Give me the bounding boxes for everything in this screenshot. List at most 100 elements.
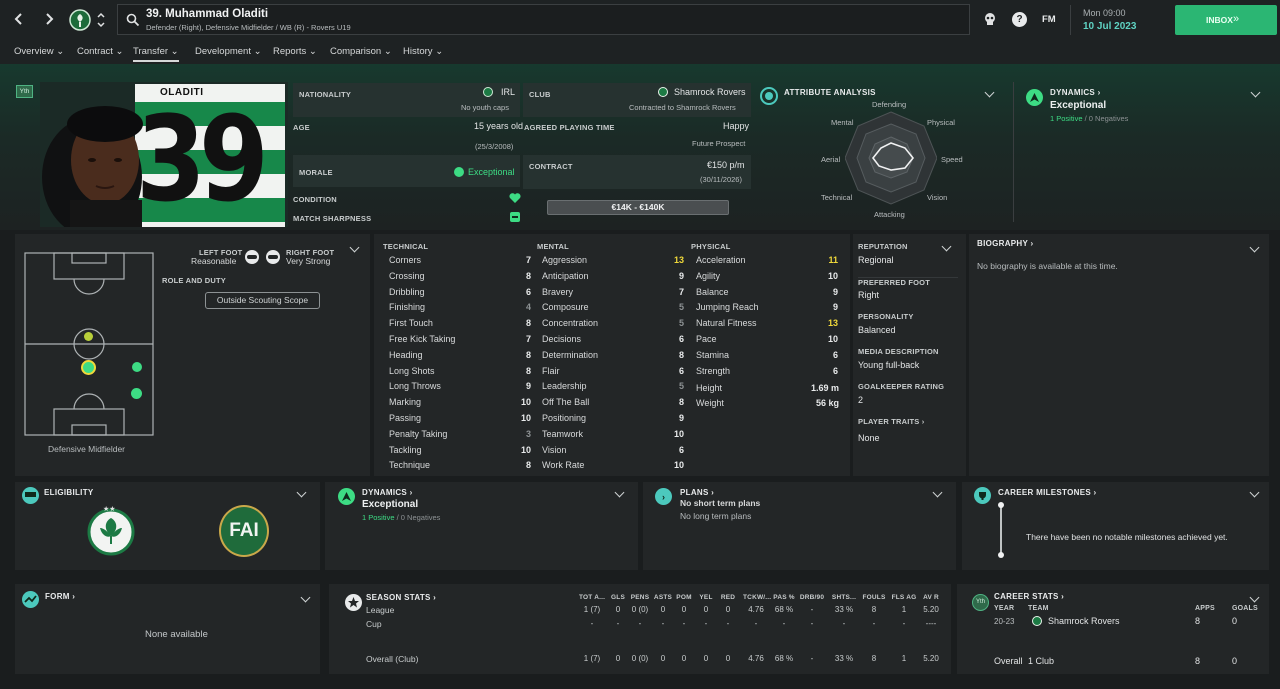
attribute-row[interactable]: Acceleration 11 — [696, 255, 838, 269]
tab-comparison[interactable]: Comparison ⌄ — [330, 46, 392, 57]
forward-icon[interactable] — [42, 12, 56, 26]
attribute-value: 6 — [678, 444, 684, 455]
fai-crest-icon[interactable]: FAI — [219, 505, 269, 557]
morale-value[interactable]: Exceptional — [468, 167, 515, 177]
attribute-row[interactable]: Heading 8 — [389, 350, 531, 364]
attribute-row[interactable]: Crossing 8 — [389, 271, 531, 285]
career-row-team[interactable]: Shamrock Rovers — [1048, 616, 1120, 626]
dynamics-mid-title[interactable]: DYNAMICS › — [362, 488, 413, 497]
back-icon[interactable] — [12, 12, 26, 26]
dynamics-title[interactable]: DYNAMICS › — [1050, 88, 1101, 97]
tab-development[interactable]: Development ⌄ — [195, 46, 262, 57]
season-stats-title[interactable]: SEASON STATS › — [366, 593, 436, 602]
nationality-value[interactable]: IRL — [501, 87, 515, 97]
switch-arrows-icon[interactable] — [96, 10, 106, 30]
biography-title[interactable]: BIOGRAPHY › — [977, 239, 1034, 248]
technical-title: TECHNICAL — [383, 242, 429, 251]
attribute-row[interactable]: Work Rate 10 — [542, 460, 684, 474]
attribute-row[interactable]: Flair 6 — [542, 366, 684, 380]
player-traits-label[interactable]: PLAYER TRAITS › — [858, 417, 924, 426]
tab-history[interactable]: History ⌄ — [403, 46, 443, 57]
sharpness-icon — [510, 212, 520, 222]
attribute-row[interactable]: Off The Ball 8 — [542, 397, 684, 411]
season-stats-column-header[interactable]: AV R — [918, 594, 944, 601]
season-stats-column-header[interactable]: SHTS... — [831, 594, 857, 601]
attribute-row[interactable]: Anticipation 9 — [542, 271, 684, 285]
attribute-row[interactable]: Finishing 4 — [389, 302, 531, 316]
left-foot-icon — [245, 250, 259, 264]
career-stats-title[interactable]: CAREER STATS › — [994, 592, 1064, 601]
date-block[interactable]: Mon 09:00 10 Jul 2023 — [1070, 5, 1160, 35]
attribute-row[interactable]: Jumping Reach 9 — [696, 302, 838, 316]
club-crest-icon[interactable] — [68, 8, 92, 32]
tab-contract[interactable]: Contract ⌄ — [77, 46, 124, 57]
attribute-row[interactable]: Teamwork 10 — [542, 429, 684, 443]
tab-reports[interactable]: Reports ⌄ — [273, 46, 317, 57]
attribute-row[interactable]: Stamina 6 — [696, 350, 838, 364]
attribute-row[interactable]: Free Kick Taking 7 — [389, 334, 531, 348]
attribute-row[interactable]: Leadership 5 — [542, 381, 684, 395]
inbox-button[interactable]: INBOX » — [1175, 5, 1277, 35]
season-stats-column-header[interactable]: RED — [715, 594, 741, 601]
attribute-row[interactable]: Determination 8 — [542, 350, 684, 364]
milestones-title[interactable]: CAREER MILESTONES › — [998, 488, 1096, 497]
attribute-row[interactable]: Decisions 6 — [542, 334, 684, 348]
attribute-row[interactable]: Dribbling 6 — [389, 287, 531, 301]
attribute-row[interactable]: Corners 7 — [389, 255, 531, 269]
attribute-row[interactable]: Natural Fitness 13 — [696, 318, 838, 332]
attribute-row[interactable]: Concentration 5 — [542, 318, 684, 332]
search-box[interactable]: 39. Muhammad Oladiti Defender (Right), D… — [117, 4, 970, 35]
plans-title[interactable]: PLANS › — [680, 488, 714, 497]
attribute-row[interactable]: First Touch 8 — [389, 318, 531, 332]
form-title[interactable]: FORM › — [45, 592, 75, 601]
shamrock-rovers-crest-icon[interactable]: ★★ — [86, 504, 136, 556]
fm-logo[interactable]: FM — [1042, 14, 1056, 25]
value-range-bar[interactable]: €14K - €140K — [547, 200, 729, 215]
attribute-row[interactable]: Penalty Taking 3 — [389, 429, 531, 443]
milestones-text: There have been no notable milestones ac… — [1026, 532, 1228, 542]
season-stats-cell: - — [810, 619, 814, 628]
attribute-name: Pace — [696, 334, 717, 344]
media-label: MEDIA DESCRIPTION — [858, 347, 939, 356]
season-stats-column-header[interactable]: TOT A... — [579, 594, 605, 601]
hero-divider — [1013, 82, 1014, 222]
attribute-row[interactable]: Vision 6 — [542, 445, 684, 459]
season-stats-column-header[interactable]: DRB/90 — [799, 594, 825, 601]
attribute-name: Positioning — [542, 413, 587, 423]
scouting-scope-button[interactable]: Outside Scouting Scope — [205, 292, 320, 309]
attribute-row[interactable]: Marking 10 — [389, 397, 531, 411]
tab-transfer[interactable]: Transfer ⌄ — [133, 46, 179, 62]
help-icon[interactable]: ? — [1012, 12, 1027, 27]
dynamics-negatives: 0 Negatives — [1088, 114, 1129, 123]
attribute-value: 7 — [525, 255, 531, 265]
attribute-row[interactable]: Technique 8 — [389, 460, 531, 474]
season-stats-column-header[interactable]: FOULS — [861, 594, 887, 601]
attribute-row[interactable]: Strength 6 — [696, 366, 838, 380]
radar-label-defending: Defending — [872, 100, 907, 109]
season-stats-column-header[interactable]: TCKW/... — [743, 594, 771, 601]
plans-icon: › — [655, 488, 672, 505]
attribute-row[interactable]: Balance 9 — [696, 287, 838, 301]
weight-label: Weight — [696, 398, 724, 408]
attribute-row[interactable]: Positioning 9 — [542, 413, 684, 427]
attribute-row[interactable]: Agility 10 — [696, 271, 838, 285]
skull-icon[interactable] — [983, 12, 997, 26]
attribute-row[interactable]: Passing 10 — [389, 413, 531, 427]
season-stats-column-header[interactable]: FLS AG — [891, 594, 917, 601]
attribute-row[interactable]: Pace 10 — [696, 334, 838, 348]
attribute-name: Stamina — [696, 349, 730, 360]
attribute-row[interactable]: Aggression 13 — [542, 255, 684, 269]
career-overall-goals: 0 — [1232, 656, 1238, 666]
attribute-row[interactable]: Tackling 10 — [389, 445, 531, 459]
club-value[interactable]: Shamrock Rovers — [674, 87, 746, 97]
wage-value: €150 p/m — [707, 160, 745, 170]
season-stats-cell: 8 — [871, 654, 877, 663]
attribute-row[interactable]: Long Throws 9 — [389, 381, 531, 395]
season-stats-column-header[interactable]: PAS % — [771, 594, 797, 601]
attribute-row[interactable]: Long Shots 8 — [389, 366, 531, 380]
tab-overview[interactable]: Overview ⌄ — [14, 46, 64, 57]
attribute-value: 5 — [678, 381, 684, 392]
attribute-row[interactable]: Composure 5 — [542, 302, 684, 316]
attribute-name: Heading — [389, 349, 423, 360]
attribute-row[interactable]: Bravery 7 — [542, 287, 684, 301]
